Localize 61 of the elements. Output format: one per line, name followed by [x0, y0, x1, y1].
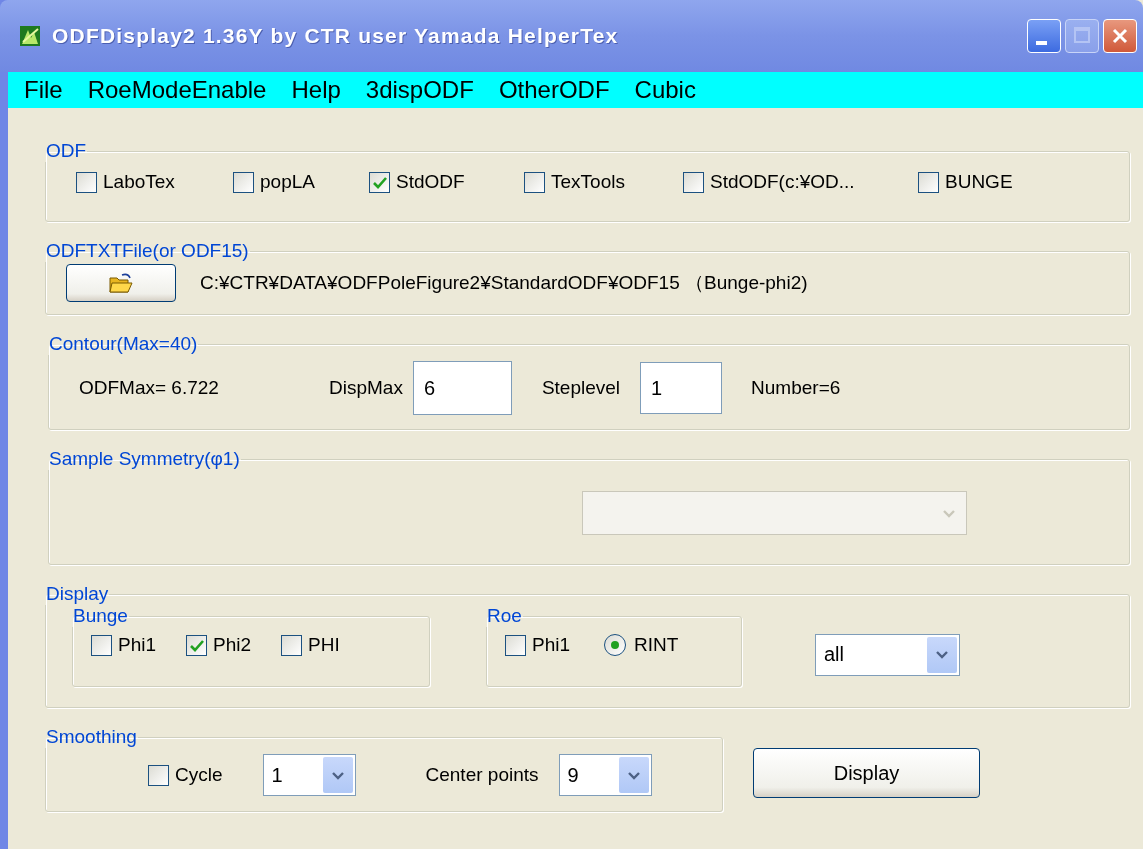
checkbox[interactable]: [505, 634, 526, 656]
field-label: DispMax: [329, 377, 403, 399]
checkbox[interactable]: [369, 171, 390, 193]
checkbox[interactable]: [186, 634, 208, 656]
option-label: Cycle: [175, 764, 223, 786]
group-title: Contour(Max=40): [48, 333, 199, 355]
menu-item[interactable]: Cubic: [634, 76, 696, 104]
menu-item[interactable]: 3dispODF: [365, 76, 474, 104]
folder-icon: [108, 272, 134, 294]
display-button[interactable]: Display: [753, 748, 980, 798]
close-icon: [1110, 26, 1130, 46]
option-label: BUNGE: [945, 171, 1013, 193]
number-label: Number=6: [751, 377, 841, 399]
window-title: ODFDisplay2 1.36Y by CTR user Yamada HelperTex: [52, 24, 619, 48]
input-field[interactable]: 1: [640, 362, 723, 414]
option-label: StdODF(c:¥OD...: [710, 171, 855, 193]
checkbox[interactable]: [76, 171, 97, 193]
group-title: Smoothing: [45, 726, 138, 748]
group-title: ODFTXTFile(or ODF15): [45, 240, 250, 262]
option-label: StdODF: [396, 171, 465, 193]
option-label: Phi1: [532, 634, 571, 656]
odf-max-label: ODFMax= 6.722: [79, 377, 220, 399]
chevron-icon: [626, 769, 641, 781]
option-label: TexTools: [551, 171, 625, 193]
radio-button[interactable]: [604, 634, 627, 656]
menu-item[interactable]: RoeModeEnable: [87, 76, 267, 104]
option-label: LaboTex: [103, 171, 175, 193]
group-title: Display: [45, 583, 110, 605]
open-folder-button[interactable]: [66, 264, 176, 302]
app-icon: [20, 26, 40, 46]
chevron-icon: [942, 507, 956, 519]
group-title: Bunge: [72, 605, 129, 627]
menu-item[interactable]: OtherODF: [498, 76, 610, 104]
option-label: popLA: [260, 171, 315, 193]
chevron-icon: [330, 769, 345, 781]
dropdown[interactable]: all: [815, 633, 960, 676]
file-path: C:¥CTR¥DATA¥ODFPoleFigure2¥StandardODF¥ODF15 （Bunge-phi2): [200, 271, 808, 295]
option-label: Phi1: [118, 634, 157, 656]
group-title: Sample Symmetry(φ1): [48, 448, 241, 470]
minimize-button[interactable]: [1027, 19, 1061, 53]
checkbox[interactable]: [918, 171, 939, 193]
option-label: RINT: [634, 634, 679, 656]
checkbox[interactable]: [524, 171, 545, 193]
option-label: PHI: [308, 634, 340, 656]
checkbox[interactable]: [233, 171, 254, 193]
menu-item[interactable]: Help: [291, 76, 341, 104]
checkbox[interactable]: [281, 634, 303, 656]
field-label: Center points: [425, 764, 539, 786]
checkbox[interactable]: [91, 634, 112, 656]
group-title: ODF: [45, 140, 88, 162]
field-label: Steplevel: [541, 377, 621, 399]
dropdown[interactable]: 1: [262, 754, 356, 796]
menu-item[interactable]: File: [24, 76, 63, 104]
input-field[interactable]: 6: [412, 361, 512, 415]
close-button[interactable]: [1103, 19, 1137, 53]
chevron-icon: [935, 649, 949, 660]
checkbox[interactable]: [148, 764, 169, 786]
group-title: Roe: [486, 605, 523, 627]
option-label: Phi2: [213, 634, 252, 656]
checkbox[interactable]: [683, 171, 704, 193]
dropdown[interactable]: 9: [558, 754, 652, 796]
